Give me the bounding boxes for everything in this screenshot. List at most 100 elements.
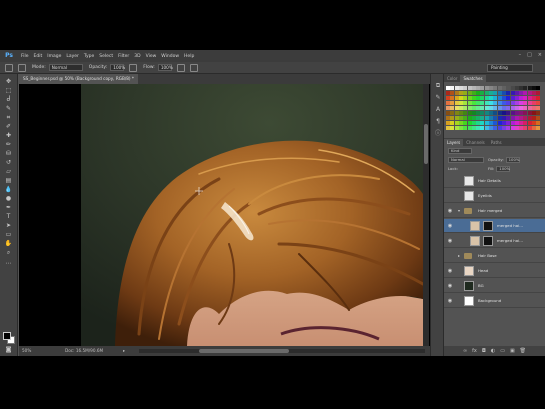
visibility-eye-icon[interactable]: ◉ bbox=[447, 268, 453, 274]
info-panel-icon[interactable]: ⓘ bbox=[434, 130, 442, 137]
color-swatch[interactable] bbox=[536, 106, 541, 110]
layer-row[interactable]: ◉ Background bbox=[444, 294, 545, 308]
visibility-eye-icon[interactable]: ◉ bbox=[447, 208, 453, 214]
marquee-tool-icon[interactable]: ⬚ bbox=[3, 87, 14, 94]
layer-row[interactable]: ◉ merged hai... bbox=[444, 234, 545, 248]
zoom-level[interactable]: 50% bbox=[22, 346, 31, 356]
color-swatch[interactable] bbox=[536, 96, 541, 100]
color-swatch[interactable] bbox=[536, 121, 541, 125]
history-panel-icon[interactable]: ⧉ bbox=[434, 82, 442, 89]
new-layer-icon[interactable]: ▣ bbox=[510, 348, 515, 354]
menu-view[interactable]: View bbox=[146, 54, 157, 59]
layer-row[interactable]: Hair Details bbox=[444, 174, 545, 188]
visibility-eye-icon[interactable] bbox=[447, 178, 453, 184]
color-swatch[interactable] bbox=[536, 91, 541, 95]
paragraph-panel-icon[interactable]: ¶ bbox=[434, 118, 442, 125]
swatches-grid[interactable] bbox=[446, 86, 542, 132]
dodge-tool-icon[interactable]: ● bbox=[3, 195, 14, 202]
shape-tool-icon[interactable]: ▭ bbox=[3, 231, 14, 238]
menu-edit[interactable]: Edit bbox=[34, 54, 43, 59]
tab-paths[interactable]: Paths bbox=[488, 139, 505, 146]
pressure-size-icon[interactable] bbox=[189, 63, 198, 72]
maximize-button[interactable]: □ bbox=[527, 52, 532, 59]
healing-tool-icon[interactable]: ✚ bbox=[3, 132, 14, 139]
pressure-opacity-icon[interactable] bbox=[129, 63, 138, 72]
path-select-tool-icon[interactable]: ➤ bbox=[3, 222, 14, 229]
group-expand-icon[interactable]: ▸ bbox=[458, 249, 460, 263]
layer-group-row[interactable]: ◉ ▾ Hair merged bbox=[444, 204, 545, 218]
blur-tool-icon[interactable]: 💧 bbox=[3, 186, 14, 193]
horizontal-scroll-thumb[interactable] bbox=[199, 349, 289, 353]
history-brush-tool-icon[interactable]: ↺ bbox=[3, 159, 14, 166]
fill-field[interactable]: 100% bbox=[496, 165, 511, 172]
pen-tool-icon[interactable]: ✒ bbox=[3, 204, 14, 211]
gradient-tool-icon[interactable]: ▤ bbox=[3, 177, 14, 184]
tab-swatches[interactable]: Swatches bbox=[460, 75, 486, 82]
vertical-scrollbar[interactable] bbox=[423, 84, 429, 346]
canvas[interactable] bbox=[19, 84, 430, 346]
visibility-eye-icon[interactable] bbox=[447, 253, 453, 259]
type-tool-icon[interactable]: T bbox=[3, 213, 14, 220]
zoom-tool-icon[interactable]: ⌕ bbox=[3, 249, 14, 256]
document-tab[interactable]: SS_Beginner.psd @ 50% (Background copy, … bbox=[19, 74, 138, 84]
group-expand-icon[interactable]: ▾ bbox=[458, 204, 460, 218]
new-group-icon[interactable]: ▭ bbox=[500, 348, 505, 354]
visibility-eye-icon[interactable]: ◉ bbox=[447, 298, 453, 304]
menu-window[interactable]: Window bbox=[161, 54, 179, 59]
layer-group-row[interactable]: ▸ Hair Base bbox=[444, 249, 545, 263]
quick-mask-icon[interactable]: ◙ bbox=[3, 346, 14, 353]
layer-row[interactable]: ◉ Head bbox=[444, 264, 545, 278]
menu-image[interactable]: Image bbox=[47, 54, 61, 59]
foreground-color-swatch[interactable] bbox=[3, 332, 11, 340]
menu-filter[interactable]: Filter bbox=[118, 54, 129, 59]
layer-mask-thumbnail[interactable] bbox=[483, 236, 493, 246]
menu-3d[interactable]: 3D bbox=[134, 54, 140, 59]
color-swatch[interactable] bbox=[536, 111, 541, 115]
eraser-tool-icon[interactable]: ▱ bbox=[3, 168, 14, 175]
move-tool-icon[interactable]: ✥ bbox=[3, 78, 14, 85]
eyedropper-tool-icon[interactable]: ✐ bbox=[3, 123, 14, 130]
lasso-tool-icon[interactable]: ᑰ bbox=[3, 96, 14, 103]
layer-mask-thumbnail[interactable] bbox=[483, 221, 493, 231]
horizontal-scrollbar[interactable] bbox=[139, 349, 425, 353]
menu-help[interactable]: Help bbox=[184, 54, 194, 59]
tab-layers[interactable]: Layers bbox=[444, 139, 464, 146]
color-swatch[interactable] bbox=[536, 86, 541, 90]
color-swatch[interactable] bbox=[536, 101, 541, 105]
add-style-icon[interactable]: fx bbox=[472, 348, 477, 354]
tab-channels[interactable]: Channels bbox=[463, 139, 488, 146]
airbrush-icon[interactable] bbox=[176, 63, 185, 72]
brush-panel-icon[interactable] bbox=[18, 63, 26, 72]
minimize-button[interactable]: – bbox=[519, 52, 522, 59]
edit-toolbar-icon[interactable]: ⋯ bbox=[3, 260, 14, 267]
layer-row[interactable]: ◉ merged hai... bbox=[444, 219, 545, 233]
flow-field[interactable]: 100% bbox=[157, 64, 173, 71]
close-button[interactable]: × bbox=[538, 52, 542, 59]
menu-type[interactable]: Type bbox=[84, 54, 94, 59]
visibility-eye-icon[interactable]: ◉ bbox=[447, 238, 453, 244]
layer-row[interactable]: Eyelids bbox=[444, 189, 545, 203]
color-swatch[interactable] bbox=[536, 126, 541, 130]
vertical-scroll-thumb[interactable] bbox=[424, 124, 428, 164]
tab-color[interactable]: Color bbox=[444, 75, 460, 82]
visibility-eye-icon[interactable]: ◉ bbox=[447, 223, 453, 229]
quick-select-tool-icon[interactable]: ✎ bbox=[3, 105, 14, 112]
brush-tool-icon[interactable]: ✏ bbox=[3, 141, 14, 148]
menu-file[interactable]: File bbox=[21, 54, 29, 59]
adjustment-layer-icon[interactable]: ◐ bbox=[491, 348, 495, 354]
clone-stamp-tool-icon[interactable]: ⛁ bbox=[3, 150, 14, 157]
link-layers-icon[interactable]: ∞ bbox=[463, 348, 467, 354]
menu-layer[interactable]: Layer bbox=[66, 54, 79, 59]
opacity-field[interactable]: 100% bbox=[110, 64, 125, 71]
status-menu-icon[interactable]: ▸ bbox=[123, 346, 125, 356]
hand-tool-icon[interactable]: ✋ bbox=[3, 240, 14, 247]
color-swatch[interactable] bbox=[536, 116, 541, 120]
menu-select[interactable]: Select bbox=[99, 54, 113, 59]
add-mask-icon[interactable]: ◘ bbox=[482, 348, 486, 354]
mode-select[interactable]: Normal bbox=[48, 64, 83, 71]
layer-opacity-field[interactable]: 100% bbox=[505, 156, 520, 163]
visibility-eye-icon[interactable]: ◉ bbox=[447, 283, 453, 289]
layer-row[interactable]: ◉ BG bbox=[444, 279, 545, 293]
crop-tool-icon[interactable]: ⌗ bbox=[3, 114, 14, 121]
brush-preset-icon[interactable] bbox=[5, 63, 13, 72]
